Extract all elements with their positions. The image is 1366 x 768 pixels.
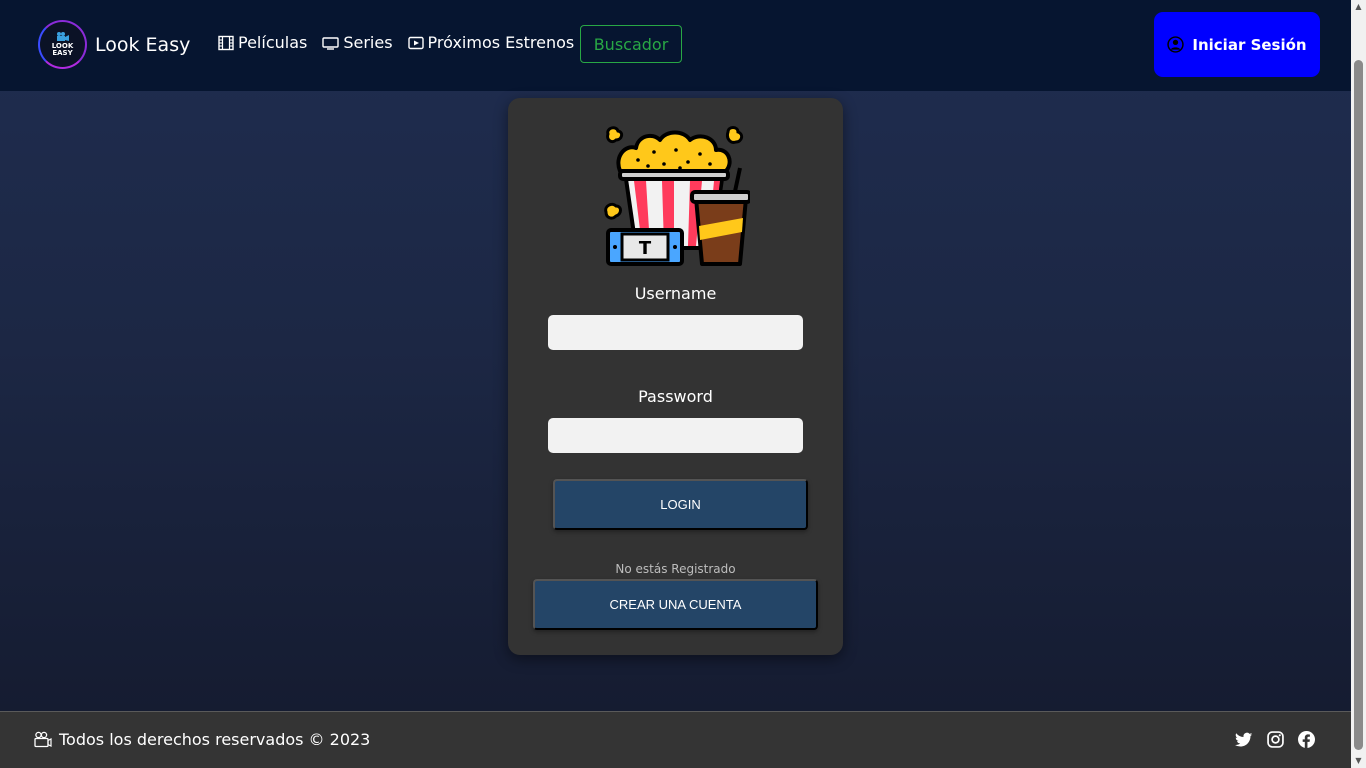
scroll-down-arrow[interactable]: ▼ bbox=[1351, 754, 1366, 768]
brand-name[interactable]: Look Easy bbox=[95, 34, 190, 56]
popcorn-ticket-drink-icon: T bbox=[604, 126, 750, 266]
scroll-up-arrow[interactable]: ▲ bbox=[1351, 0, 1366, 14]
camera-reels-icon bbox=[34, 731, 52, 748]
tv-icon bbox=[322, 36, 340, 50]
brand[interactable]: LOOK EASY Look Easy bbox=[38, 20, 190, 69]
login-card: T Username Password LOGIN No estás Regis… bbox=[508, 98, 843, 655]
nav-link-label: Próximos Estrenos bbox=[427, 33, 575, 52]
nav-link-label: Series bbox=[343, 33, 393, 52]
copyright-text: Todos los derechos reservados © 2023 bbox=[59, 730, 371, 749]
footer-copyright: Todos los derechos reservados © 2023 bbox=[34, 730, 370, 749]
login-submit-button[interactable]: LOGIN bbox=[553, 479, 808, 530]
password-input[interactable] bbox=[548, 418, 803, 453]
nav-link-series[interactable]: Series bbox=[322, 33, 393, 52]
password-label: Password bbox=[638, 387, 713, 406]
search-button[interactable]: Buscador bbox=[580, 25, 682, 63]
login-button[interactable]: Iniciar Sesión bbox=[1154, 12, 1320, 77]
instagram-icon[interactable] bbox=[1267, 731, 1284, 748]
logo-text-line2: EASY bbox=[52, 49, 73, 57]
scroll-thumb[interactable] bbox=[1354, 60, 1363, 750]
nav-link-proximos-estrenos[interactable]: Próximos Estrenos bbox=[407, 33, 575, 52]
social-links bbox=[1235, 731, 1329, 748]
user-circle-icon bbox=[1167, 36, 1185, 53]
navbar: LOOK EASY Look Easy Películas Series Pró… bbox=[0, 0, 1351, 91]
main-nav: Películas Series Próximos Estrenos bbox=[218, 33, 589, 52]
create-account-button[interactable]: CREAR UNA CUENTA bbox=[533, 579, 818, 630]
nav-link-label: Películas bbox=[238, 33, 308, 52]
username-input[interactable] bbox=[548, 315, 803, 350]
not-registered-text: No estás Registrado bbox=[615, 562, 736, 576]
svg-text:T: T bbox=[639, 238, 652, 259]
camera-icon bbox=[56, 32, 69, 41]
brand-logo[interactable]: LOOK EASY bbox=[38, 20, 87, 69]
footer: Todos los derechos reservados © 2023 bbox=[0, 711, 1351, 768]
page-scrollbar[interactable]: ▲ ▼ bbox=[1351, 0, 1366, 768]
film-icon bbox=[218, 35, 234, 50]
twitter-icon[interactable] bbox=[1235, 732, 1253, 748]
facebook-icon[interactable] bbox=[1298, 731, 1315, 748]
login-button-label: Iniciar Sesión bbox=[1192, 35, 1307, 54]
username-label: Username bbox=[634, 284, 717, 303]
play-icon bbox=[407, 36, 424, 49]
nav-link-peliculas[interactable]: Películas bbox=[218, 33, 307, 52]
